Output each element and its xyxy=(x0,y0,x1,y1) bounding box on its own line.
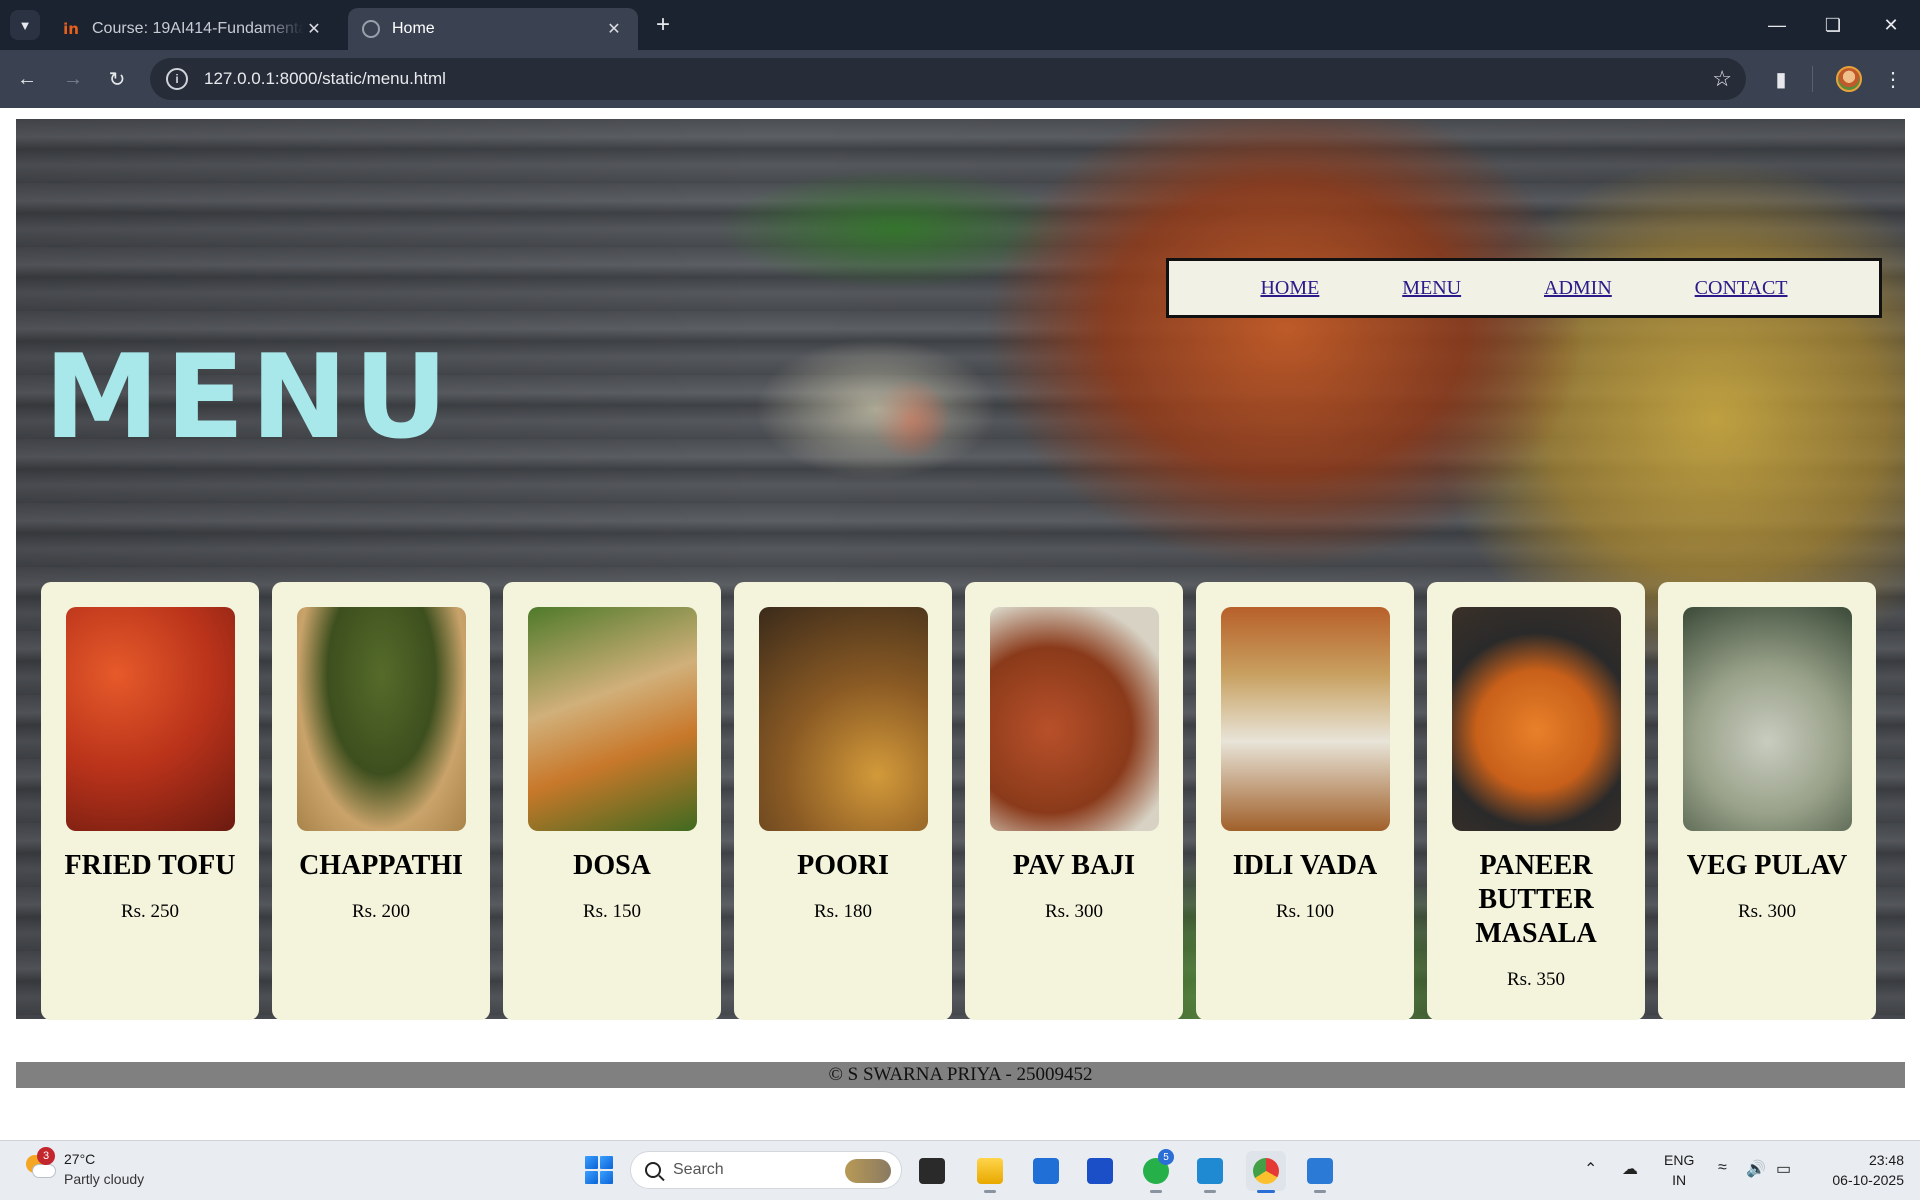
windows-taskbar: 3 27°C Partly cloudy Search 5 ⌃ ☁ ENG IN… xyxy=(0,1140,1920,1200)
menu-item-price: Rs. 250 xyxy=(120,901,180,922)
battery-icon[interactable]: ▭ xyxy=(1776,1159,1791,1179)
page-footer: © S SWARNA PRIYA - 25009452 xyxy=(16,1062,1905,1088)
menu-card: FRIED TOFU Rs. 250 xyxy=(41,582,259,1020)
globe-icon xyxy=(362,20,380,38)
chevron-up-icon[interactable]: ⌃ xyxy=(1584,1159,1597,1179)
new-tab-button[interactable]: + xyxy=(650,11,676,38)
notepad-icon[interactable] xyxy=(1300,1151,1340,1193)
menu-card: CHAPPATHI Rs. 200 xyxy=(272,582,490,1020)
vscode-icon[interactable] xyxy=(1190,1151,1230,1193)
taskbar-search[interactable]: Search xyxy=(630,1151,902,1189)
menu-item-name: IDLI VADA Rs. 100 xyxy=(1204,849,1406,923)
food-image-paneer-butter-masala xyxy=(1452,607,1621,831)
nav-link-contact[interactable]: CONTACT xyxy=(1695,277,1788,300)
address-bar[interactable]: i 127.0.0.1:8000/static/menu.html ☆ xyxy=(150,58,1746,100)
more-menu-icon[interactable]: ⋮ xyxy=(1878,64,1908,94)
onedrive-icon[interactable]: ☁ xyxy=(1622,1159,1638,1179)
nav-link-admin[interactable]: ADMIN xyxy=(1544,277,1612,300)
minimize-icon[interactable]: — xyxy=(1762,10,1792,40)
tab-title: Home xyxy=(392,20,435,37)
site-info-icon[interactable]: i xyxy=(166,68,188,90)
main-nav: HOME MENU ADMIN CONTACT xyxy=(1166,258,1882,318)
bookmark-star-icon[interactable]: ☆ xyxy=(1712,66,1732,92)
menu-item-name: FRIED TOFU Rs. 250 xyxy=(49,849,251,923)
clock-time: 23:48 xyxy=(1868,1152,1904,1168)
url-text[interactable]: 127.0.0.1:8000/static/menu.html xyxy=(204,69,446,89)
forward-arrow-icon[interactable]: → xyxy=(58,64,88,94)
search-highlight-icon xyxy=(845,1159,891,1183)
menu-item-name: CHAPPATHI Rs. 200 xyxy=(280,849,482,923)
tab-title: Course: 19AI414-Fundamentals xyxy=(92,20,304,37)
weather-description[interactable]: Partly cloudy xyxy=(64,1171,144,1187)
menu-item-price: Rs. 300 xyxy=(1737,901,1797,922)
app-icon[interactable] xyxy=(1080,1151,1120,1191)
file-explorer-icon[interactable] xyxy=(970,1151,1010,1193)
reload-icon[interactable]: ↻ xyxy=(102,64,132,94)
food-image-idli-vada xyxy=(1221,607,1390,831)
chrome-icon[interactable] xyxy=(1246,1151,1286,1193)
menu-item-price: Rs. 100 xyxy=(1275,901,1335,922)
nav-link-menu[interactable]: MENU xyxy=(1402,277,1461,300)
in-icon: in xyxy=(63,20,79,38)
menu-item-price: Rs. 150 xyxy=(582,901,642,922)
page-title: MENU xyxy=(44,330,454,465)
menu-item-name: POORI Rs. 180 xyxy=(742,849,944,923)
menu-item-name: VEG PULAV Rs. 300 xyxy=(1666,849,1868,923)
browser-tab-bar: ▼ in Course: 19AI414-Fundamentals ✕ Home… xyxy=(0,0,1920,50)
menu-card-list: FRIED TOFU Rs. 250 CHAPPATHI Rs. 200 DOSA R… xyxy=(41,582,1879,1020)
whatsapp-icon[interactable]: 5 xyxy=(1136,1149,1176,1193)
weather-temperature[interactable]: 27°C xyxy=(64,1151,95,1167)
task-view-icon[interactable] xyxy=(912,1151,952,1191)
windows-start-icon[interactable] xyxy=(582,1153,616,1187)
wifi-icon[interactable]: ≈ xyxy=(1718,1159,1727,1177)
extensions-icon[interactable]: ▮ xyxy=(1766,64,1796,94)
menu-card: POORI Rs. 180 xyxy=(734,582,952,1020)
language-indicator[interactable]: ENG IN xyxy=(1664,1150,1694,1190)
menu-card: DOSA Rs. 150 xyxy=(503,582,721,1020)
back-arrow-icon[interactable]: ← xyxy=(12,64,42,94)
close-icon[interactable]: ✕ xyxy=(304,19,324,39)
microsoft-store-icon[interactable] xyxy=(1026,1151,1066,1191)
food-image-poori xyxy=(759,607,928,831)
restore-icon[interactable]: ❏ xyxy=(1818,10,1848,40)
menu-item-name: PANEER BUTTER MASALA Rs. 350 xyxy=(1435,849,1637,991)
menu-card: PAV BAJI Rs. 300 xyxy=(965,582,1183,1020)
cloud-icon xyxy=(32,1164,56,1178)
window-close-icon[interactable]: ✕ xyxy=(1876,10,1906,40)
toolbar-divider xyxy=(1812,66,1813,92)
menu-item-price: Rs. 300 xyxy=(1044,901,1104,922)
menu-card: PANEER BUTTER MASALA Rs. 350 xyxy=(1427,582,1645,1020)
food-image-veg-pulav xyxy=(1683,607,1852,831)
food-image-fried-tofu xyxy=(66,607,235,831)
page-viewport: HOME MENU ADMIN CONTACT MENU FRIED TOFU R… xyxy=(0,108,1920,1140)
search-icon xyxy=(645,1162,661,1178)
menu-item-name: PAV BAJI Rs. 300 xyxy=(973,849,1175,923)
menu-item-price: Rs. 350 xyxy=(1506,969,1566,990)
language-code: ENG xyxy=(1664,1152,1695,1168)
tab-search-button[interactable]: ▼ xyxy=(10,10,40,40)
nav-link-home[interactable]: HOME xyxy=(1260,277,1319,300)
menu-item-name: DOSA Rs. 150 xyxy=(511,849,713,923)
whatsapp-badge: 5 xyxy=(1158,1149,1174,1165)
menu-card: IDLI VADA Rs. 100 xyxy=(1196,582,1414,1020)
region-code: IN xyxy=(1672,1172,1687,1188)
clock-date: 06-10-2025 xyxy=(1832,1172,1904,1188)
menu-item-price: Rs. 200 xyxy=(351,901,411,922)
browser-toolbar: ← → ↻ i 127.0.0.1:8000/static/menu.html … xyxy=(0,50,1920,108)
menu-card: VEG PULAV Rs. 300 xyxy=(1658,582,1876,1020)
close-icon[interactable]: ✕ xyxy=(604,19,624,39)
food-image-chappathi xyxy=(297,607,466,831)
weather-badge: 3 xyxy=(37,1147,55,1165)
tab-course[interactable]: in Course: 19AI414-Fundamentals ✕ xyxy=(48,8,338,50)
system-clock[interactable]: 23:48 06-10-2025 xyxy=(1832,1150,1904,1190)
food-image-pav-baji xyxy=(990,607,1159,831)
tab-home[interactable]: Home ✕ xyxy=(348,8,638,50)
search-placeholder: Search xyxy=(673,1161,724,1178)
menu-item-price: Rs. 180 xyxy=(813,901,873,922)
profile-avatar[interactable] xyxy=(1834,64,1864,94)
food-image-dosa xyxy=(528,607,697,831)
volume-icon[interactable]: 🔊 xyxy=(1746,1159,1766,1179)
